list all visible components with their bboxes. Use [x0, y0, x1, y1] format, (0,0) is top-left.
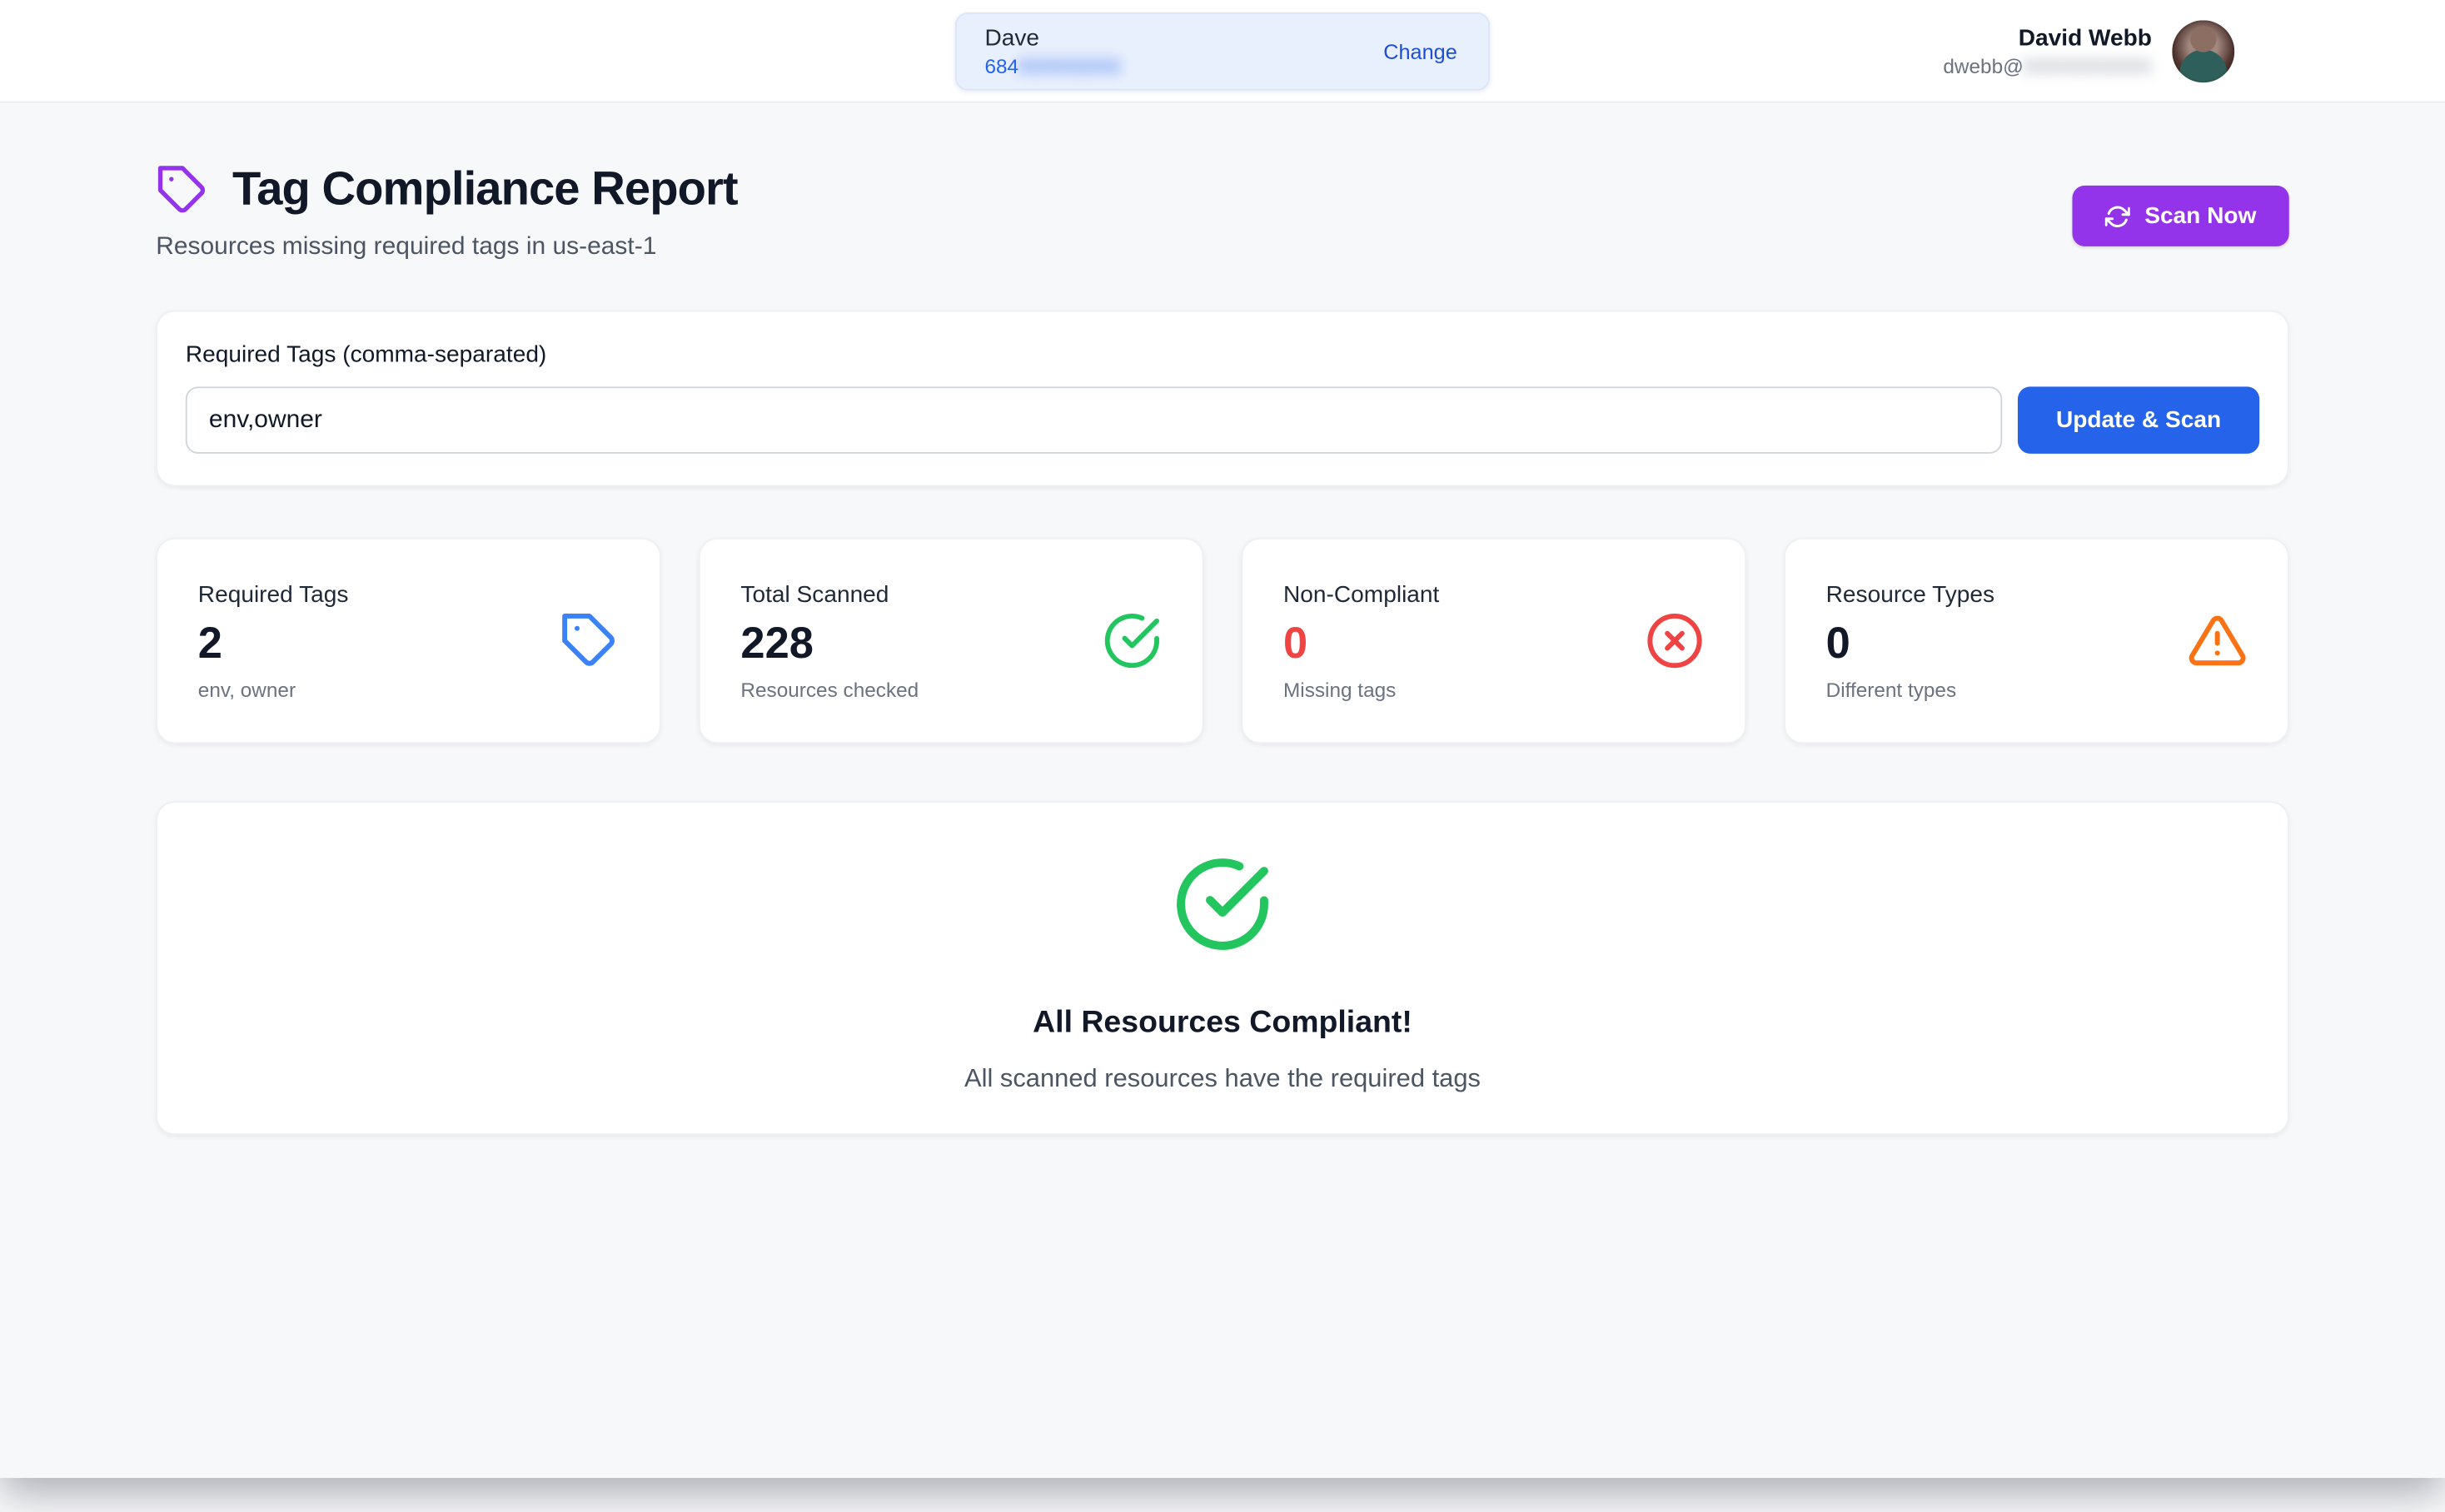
stat-value: 2: [198, 618, 349, 668]
required-tags-input[interactable]: [186, 386, 2002, 454]
stat-card-total-scanned: Total Scanned 228 Resources checked: [699, 538, 1204, 744]
aws-account-selector: Dave 68400000000 Change: [955, 12, 1490, 91]
required-tags-label: Required Tags (comma-separated): [186, 341, 2259, 368]
stat-label: Resource Types: [1826, 580, 1994, 607]
user-menu: David Webb dwebb@0000000000: [1943, 19, 2234, 82]
blurred-account-id: 00000000: [1018, 54, 1121, 77]
account-id: 68400000000: [984, 54, 1121, 79]
stat-label: Non-Compliant: [1283, 580, 1439, 607]
page-subtitle: Resources missing required tags in us-ea…: [156, 234, 737, 262]
update-scan-button[interactable]: Update & Scan: [2018, 386, 2259, 454]
refresh-icon: [2105, 203, 2130, 228]
user-info: David Webb dwebb@0000000000: [1943, 22, 2152, 78]
change-account-link[interactable]: Change: [1383, 40, 1457, 63]
check-circle-icon: [1103, 611, 1162, 670]
stat-value: 0: [1826, 618, 1994, 668]
stat-subtext: env, owner: [198, 678, 349, 701]
stat-text: Non-Compliant 0 Missing tags: [1283, 580, 1439, 700]
compliance-result-card: All Resources Compliant! All scanned res…: [156, 801, 2289, 1135]
tag-icon: [156, 164, 209, 217]
stat-card-non-compliant: Non-Compliant 0 Missing tags: [1241, 538, 1746, 744]
required-tags-form: Required Tags (comma-separated) Update &…: [156, 311, 2289, 487]
screen: Dave 68400000000 Change David Webb dwebb…: [0, 0, 2445, 1512]
account-info: Dave 68400000000: [984, 24, 1121, 79]
result-subtitle: All scanned resources have the required …: [157, 1065, 2288, 1095]
tag-icon: [560, 611, 619, 670]
stat-subtext: Resources checked: [740, 678, 919, 701]
stat-value: 0: [1283, 618, 1439, 668]
page-header: Tag Compliance Report Resources missing …: [156, 164, 2289, 262]
app-window: Dave 68400000000 Change David Webb dwebb…: [0, 0, 2445, 1478]
account-name: Dave: [984, 24, 1121, 52]
scan-now-label: Scan Now: [2144, 202, 2256, 229]
stat-value: 228: [740, 618, 919, 668]
warning-triangle-icon: [2188, 611, 2247, 670]
stat-card-resource-types: Resource Types 0 Different types: [1784, 538, 2289, 744]
stat-card-required-tags: Required Tags 2 env, owner: [156, 538, 661, 744]
page-title-block: Tag Compliance Report Resources missing …: [156, 164, 737, 262]
page-title: Tag Compliance Report: [232, 164, 738, 217]
blurred-user-email: 0000000000: [2024, 54, 2152, 77]
stat-text: Required Tags 2 env, owner: [198, 580, 349, 700]
scan-now-button[interactable]: Scan Now: [2073, 186, 2289, 246]
stat-subtext: Missing tags: [1283, 678, 1439, 701]
top-bar: Dave 68400000000 Change David Webb dwebb…: [0, 0, 2445, 103]
user-name: David Webb: [1943, 22, 2152, 52]
stat-text: Total Scanned 228 Resources checked: [740, 580, 919, 700]
main-content: Tag Compliance Report Resources missing …: [156, 103, 2289, 1136]
stats-row: Required Tags 2 env, owner Total Scanned: [156, 538, 2289, 744]
result-title: All Resources Compliant!: [157, 1006, 2288, 1042]
account-id-prefix: 684: [984, 54, 1018, 77]
stat-subtext: Different types: [1826, 678, 1994, 701]
avatar[interactable]: [2172, 19, 2234, 82]
check-circle-icon: [1173, 854, 1272, 954]
stat-label: Total Scanned: [740, 580, 919, 607]
stat-label: Required Tags: [198, 580, 349, 607]
user-email: dwebb@0000000000: [1943, 54, 2152, 79]
stat-text: Resource Types 0 Different types: [1826, 580, 1994, 700]
x-circle-icon: [1645, 611, 1704, 670]
user-email-prefix: dwebb@: [1943, 54, 2023, 77]
